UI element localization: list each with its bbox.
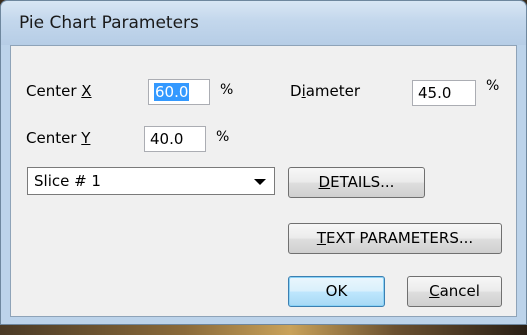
pie-chart-parameters-dialog: Pie Chart Parameters Center X 60.0 % Dia…: [0, 0, 527, 325]
chevron-down-icon[interactable]: [254, 179, 266, 185]
details-button[interactable]: DETAILS...: [288, 167, 425, 198]
center-x-mnemonic: X: [81, 82, 92, 100]
ok-button[interactable]: OK: [288, 276, 385, 307]
diameter-label-prefix: D: [290, 82, 302, 100]
diameter-label: Diameter: [290, 82, 360, 100]
center-y-value: 40.0: [150, 130, 184, 148]
center-x-input[interactable]: 60.0: [148, 79, 210, 105]
dialog-client-area: Center X 60.0 % Diameter 45.0 % Center Y…: [10, 45, 517, 317]
details-label: ETAILS...: [330, 173, 395, 191]
dialog-title: Pie Chart Parameters: [19, 13, 199, 33]
diameter-input[interactable]: 45.0: [412, 80, 476, 106]
center-y-unit: %: [216, 129, 230, 145]
center-x-value: 60.0: [154, 83, 190, 101]
cancel-button[interactable]: Cancel: [407, 276, 502, 307]
cancel-label: ancel: [439, 282, 480, 300]
center-y-label: Center Y: [26, 129, 90, 147]
text-parameters-label: EXT PARAMETERS...: [326, 229, 474, 247]
diameter-unit: %: [486, 78, 500, 94]
center-x-label-text: Center: [26, 82, 82, 100]
slice-dropdown-value: Slice # 1: [34, 172, 101, 190]
ok-label: OK: [325, 282, 348, 300]
diameter-value: 45.0: [418, 84, 452, 102]
title-bar[interactable]: Pie Chart Parameters: [1, 1, 526, 45]
details-mnemonic: D: [318, 173, 331, 191]
text-parameters-mnemonic: T: [316, 229, 326, 247]
text-parameters-button[interactable]: TEXT PARAMETERS...: [288, 223, 502, 254]
slice-dropdown[interactable]: Slice # 1: [27, 167, 275, 195]
center-x-label: Center X: [26, 82, 92, 100]
center-y-mnemonic: Y: [81, 129, 91, 147]
cancel-mnemonic: C: [429, 282, 440, 300]
center-x-unit: %: [220, 82, 234, 98]
diameter-label-suffix: ameter: [305, 82, 361, 100]
center-y-input[interactable]: 40.0: [144, 126, 206, 152]
center-y-label-text: Center: [26, 129, 82, 147]
